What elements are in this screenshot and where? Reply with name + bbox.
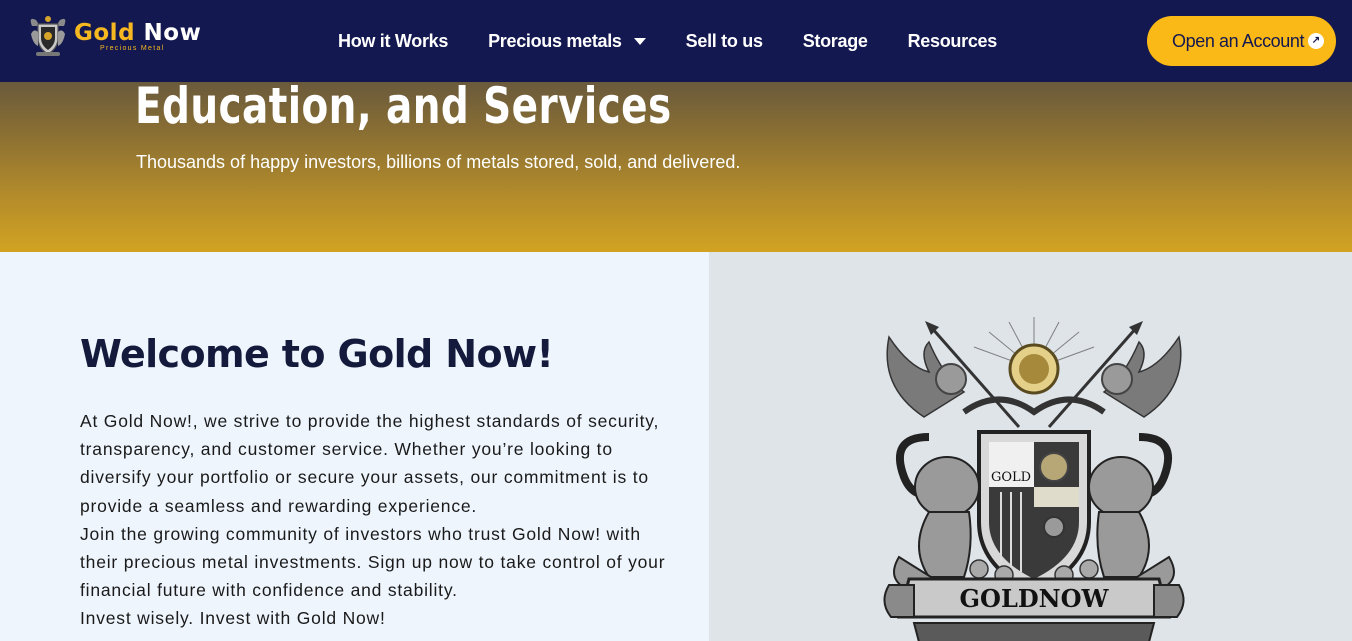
nav-sell-to-us-label: Sell to us [685, 30, 763, 51]
welcome-title: Welcome to Gold Now! [80, 332, 554, 376]
welcome-line: diversify your portfolio or secure your … [80, 467, 649, 488]
welcome-line: transparency, and customer service. Whet… [80, 439, 613, 460]
welcome-line: Invest wisely. Invest with Gold Now! [80, 608, 386, 629]
logo-word-now: Now [143, 20, 202, 46]
open-account-label: Open an Account [1172, 30, 1305, 51]
nav-resources-label: Resources [907, 30, 998, 51]
logo-wordmark: Gold Now [74, 20, 201, 46]
site-header: Gold Now Precious Metal How it Works Pre… [0, 0, 1352, 82]
welcome-line: financial future with confidence and sta… [80, 580, 458, 601]
shield-gold-text: GOLD [991, 470, 1031, 485]
nav-precious-metals[interactable]: Precious metals [488, 31, 646, 52]
crest-logo-icon [30, 16, 66, 56]
welcome-line: their precious metal investments. Sign u… [80, 552, 666, 573]
hero-banner: Education, and Services Thousands of hap… [0, 77, 1352, 252]
site-logo[interactable]: Gold Now Precious Metal [28, 14, 201, 58]
nav-storage[interactable]: Storage [803, 31, 868, 52]
welcome-section: Welcome to Gold Now! At Gold Now!, we st… [0, 252, 709, 641]
welcome-line: Join the growing community of investors … [80, 523, 641, 544]
nav-precious-metals-label: Precious metals [488, 30, 622, 51]
nav-storage-label: Storage [802, 30, 868, 51]
logo-text: Gold Now Precious Metal [74, 20, 201, 52]
arrow-up-right-icon: ↗ [1308, 33, 1324, 49]
welcome-line: provide a seamless and rewarding experie… [80, 495, 478, 516]
gold-now-crest-image: GOLD GOLDNOW [883, 317, 1185, 641]
nav-resources[interactable]: Resources [907, 30, 998, 52]
main-nav: How it Works Precious metals Sell to us … [338, 0, 1037, 82]
hero-title: Education, and Services [135, 77, 672, 135]
logo-tagline: Precious Metal [100, 45, 165, 52]
banner-goldnow-text: GOLDNOW [960, 584, 1110, 613]
welcome-body: At Gold Now!, we strive to provide the h… [80, 407, 700, 633]
open-account-button[interactable]: Open an Account ↗ [1147, 16, 1336, 66]
chevron-down-icon [633, 37, 646, 45]
logo-word-gold: Gold [74, 20, 136, 46]
hero-subtitle: Thousands of happy investors, billions o… [136, 152, 741, 172]
crest-panel: GOLD GOLDNOW [709, 252, 1352, 641]
nav-how-it-works[interactable]: How it Works [338, 31, 448, 52]
nav-sell-to-us[interactable]: Sell to us [686, 31, 763, 52]
nav-how-it-works-label: How it Works [338, 30, 449, 51]
welcome-line: At Gold Now!, we strive to provide the h… [80, 411, 660, 431]
